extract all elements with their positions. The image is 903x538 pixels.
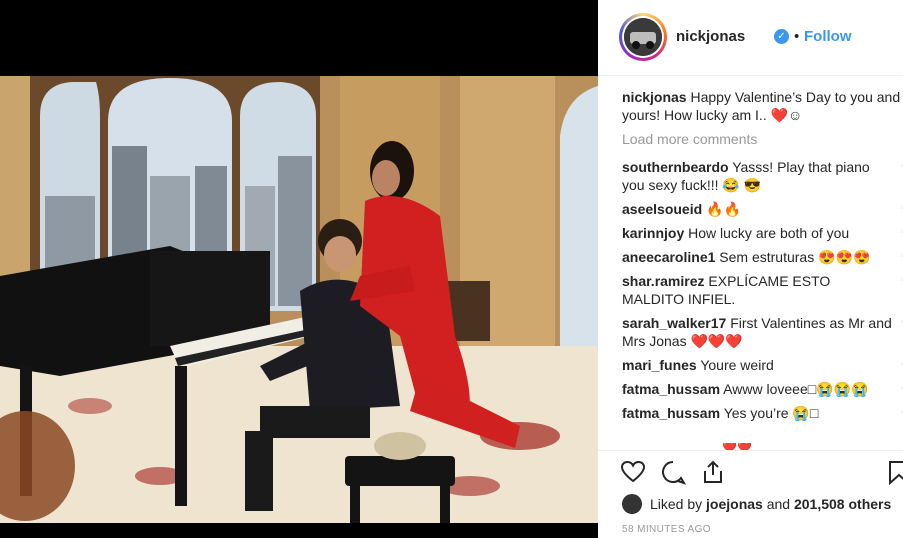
comment-text: Youre weird — [700, 357, 774, 373]
comment-item: sarah_walker17 First Valentines as Mr an… — [622, 314, 903, 350]
likes-conj: and — [766, 496, 791, 512]
comment-username[interactable]: southernbeardo — [622, 159, 729, 175]
comments-list[interactable]: nickjonas Happy Valentine’s Day to you a… — [622, 88, 903, 450]
post-header: nickjonas ✓ • Follow — [598, 0, 903, 76]
comment-item: mari_funes Youre weird ♡ — [622, 356, 903, 374]
liker-avatar[interactable] — [622, 494, 642, 514]
liker-username[interactable]: joejonas — [706, 496, 763, 512]
post-photo[interactable] — [0, 76, 598, 523]
comment-username[interactable]: aneecaroline1 — [622, 249, 715, 265]
comment-bubble-icon[interactable] — [660, 459, 687, 485]
comment-item: fatma_hussam Awww loveee□😭😭😭 ♡ — [622, 380, 903, 398]
story-ring[interactable] — [619, 13, 667, 61]
comment-item: aneecaroline1 Sem estruturas 😍😍😍 ♡ — [622, 248, 903, 266]
comment-text: Awww loveee□😭😭😭 — [723, 381, 869, 397]
avatar — [624, 18, 662, 56]
avatar-border — [622, 16, 664, 58]
partial-comment-emoji: ❤️❤️ — [722, 443, 752, 450]
post-media-pane — [0, 0, 598, 538]
post-timestamp[interactable]: 58 MINUTES AGO — [622, 524, 711, 535]
comment-text: Sem estruturas 😍😍😍 — [719, 249, 871, 265]
header-username[interactable]: nickjonas — [676, 28, 745, 45]
load-more-comments-button[interactable]: Load more comments — [622, 130, 903, 148]
comment-text: 🔥🔥 — [706, 201, 741, 217]
comment-username[interactable]: aseelsoueid — [622, 201, 702, 217]
bookmark-icon[interactable] — [886, 459, 903, 486]
comment-username[interactable]: shar.ramirez — [622, 273, 705, 289]
comment-item: aseelsoueid 🔥🔥 ♡ — [622, 200, 903, 218]
post-actions-bar — [598, 450, 903, 494]
comment-item: southernbeardo Yasss! Play that piano yo… — [622, 158, 903, 194]
comment-username[interactable]: karinnjoy — [622, 225, 684, 241]
comment-item: fatma_hussam Yes you’re 😭□ ♡ — [622, 404, 903, 422]
follow-button[interactable]: Follow — [804, 28, 852, 45]
post-sidebar: nickjonas ✓ • Follow nickjonas Happy Val… — [598, 0, 903, 538]
comment-item: karinnjoy How lucky are both of you ♡ — [622, 224, 903, 242]
comment-item: shar.ramirez EXPLÍCAME ESTO MALDITO INFI… — [622, 272, 903, 308]
comment-username[interactable]: fatma_hussam — [622, 381, 720, 397]
comment-username[interactable]: mari_funes — [622, 357, 697, 373]
heart-outline-icon[interactable] — [620, 459, 646, 485]
likes-count-link[interactable]: 201,508 others — [794, 496, 891, 512]
caption-username[interactable]: nickjonas — [622, 89, 687, 105]
comment-username[interactable]: fatma_hussam — [622, 405, 720, 421]
comment-text: How lucky are both of you — [688, 225, 850, 241]
likes-prefix: Liked by — [650, 496, 703, 512]
likes-text: Liked by joejonas and 201,508 others — [650, 496, 891, 512]
caption: nickjonas Happy Valentine’s Day to you a… — [622, 88, 903, 124]
comment-text: Yes you’re 😭□ — [723, 405, 819, 421]
header-separator: • — [794, 28, 800, 45]
share-arrow-icon[interactable] — [700, 459, 726, 485]
verified-badge-icon: ✓ — [774, 29, 789, 44]
comment-username[interactable]: sarah_walker17 — [622, 315, 726, 331]
